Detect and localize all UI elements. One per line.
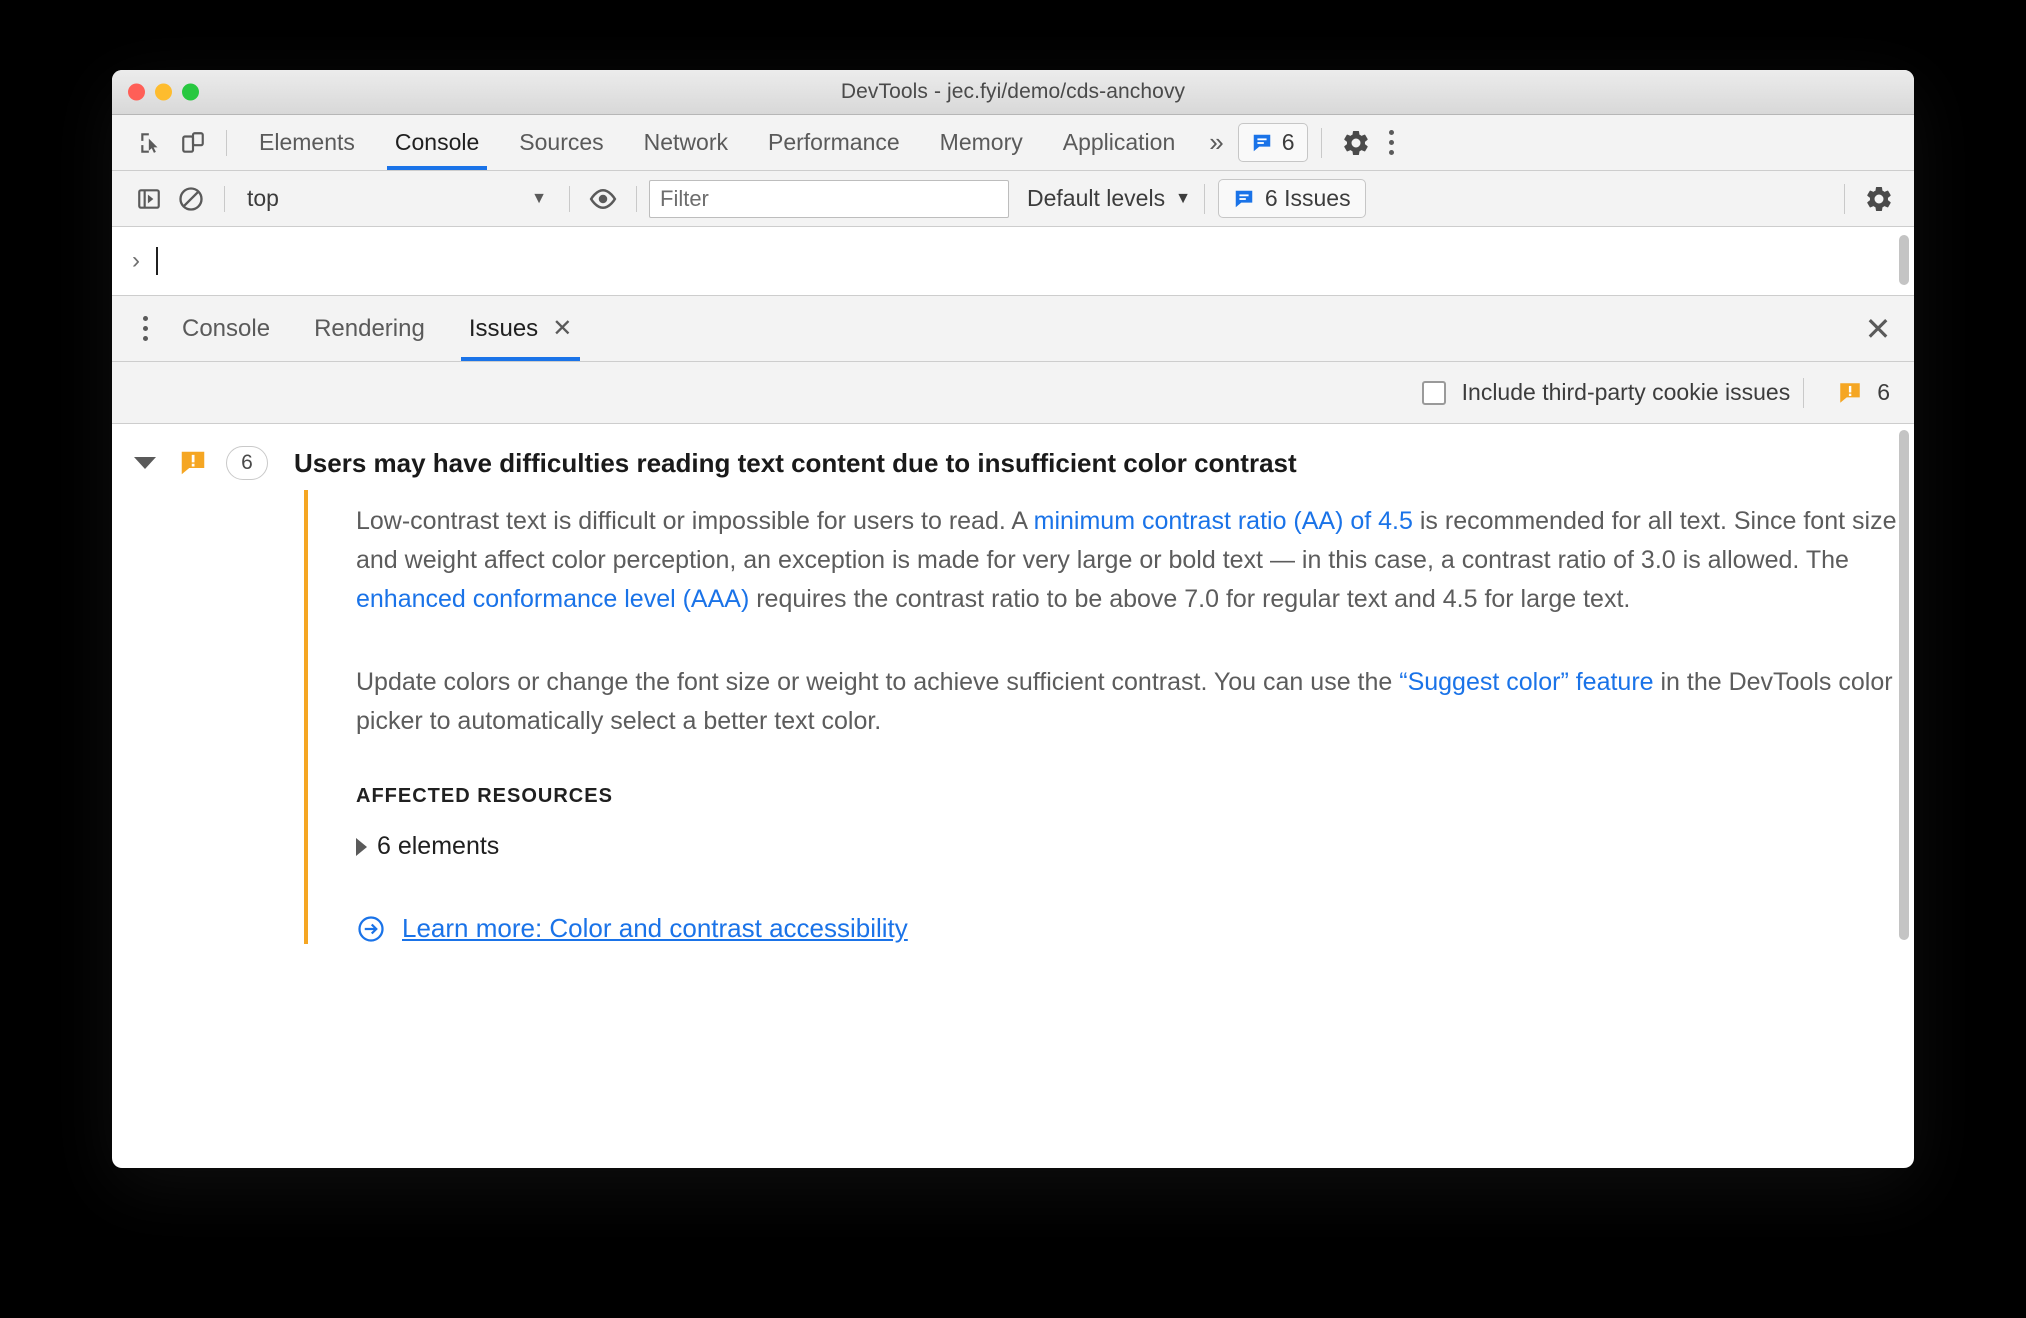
third-party-cookie-checkbox-row[interactable]: Include third-party cookie issues [1421, 379, 1791, 406]
tab-network-label: Network [643, 129, 728, 155]
console-settings-gear-icon[interactable] [1858, 178, 1900, 220]
chevron-down-icon-issue[interactable] [134, 457, 156, 469]
tab-console-label: Console [394, 129, 480, 155]
issues-total-count-group: 6 [1837, 379, 1890, 406]
tab-performance-label: Performance [768, 129, 900, 155]
prompt-text-caret [156, 247, 158, 275]
drawer-tab-console-label: Console [182, 314, 271, 342]
tab-memory-label: Memory [939, 129, 1023, 155]
close-window-button[interactable] [128, 83, 145, 101]
zoom-window-button[interactable] [182, 83, 199, 101]
tab-sources[interactable]: Sources [499, 115, 623, 170]
devtools-window: DevTools - jec.fyi/demo/cds-anchovy Elem… [112, 70, 1914, 1168]
tab-console[interactable]: Console [375, 115, 499, 170]
third-party-cookie-checkbox[interactable] [1421, 380, 1446, 405]
drawer-tab-console[interactable]: Console [160, 296, 292, 361]
affected-resource-item-label: 6 elements [377, 832, 500, 860]
affected-resource-item[interactable]: 6 elements [356, 832, 1914, 861]
issue-header-row[interactable]: 6 Users may have difficulties reading te… [112, 424, 1914, 490]
log-levels-label: Default levels [1027, 185, 1166, 211]
inspect-cursor-icon[interactable] [130, 122, 172, 164]
more-options-icon[interactable] [1377, 125, 1407, 161]
filter-input[interactable] [649, 179, 1009, 218]
issue-paragraph-1: Low-contrast text is difficult or imposs… [356, 502, 1914, 619]
issue-warning-orange-icon [1840, 382, 1860, 403]
issues-body-scrollbar[interactable] [1899, 430, 1909, 940]
link-minimum-contrast-ratio[interactable]: minimum contrast ratio (AA) of 4.5 [1034, 507, 1413, 535]
close-icon-issues-tab[interactable]: ✕ [552, 316, 572, 341]
console-toolbar-divider-5 [1844, 183, 1845, 214]
execution-context-value: top [247, 185, 279, 211]
issue-detail: Low-contrast text is difficult or imposs… [304, 490, 1914, 944]
tab-application-label: Application [1062, 129, 1176, 155]
external-arrow-circle-icon [358, 915, 384, 942]
issues-toolbar-button[interactable]: 6 Issues [1217, 179, 1366, 218]
toolbar-divider-2 [1320, 127, 1322, 158]
log-levels-selector[interactable]: Default levels ▼ [1027, 185, 1191, 212]
issue-warning-orange-icon-header [181, 451, 205, 475]
learn-more-link-label: Learn more: Color and contrast accessibi… [402, 913, 908, 943]
devtools-panel-tabbar: Elements Console Sources Network Perform… [112, 115, 1914, 171]
more-tabs-chevron-icon[interactable]: » [1195, 127, 1237, 158]
panel-tabs: Elements Console Sources Network Perform… [239, 115, 1195, 170]
console-toolbar-divider [224, 185, 225, 212]
issue-title: Users may have difficulties reading text… [294, 447, 1297, 478]
console-filter-toolbar: top ▼ Default levels ▼ [112, 171, 1914, 227]
tab-elements[interactable]: Elements [239, 115, 375, 170]
clear-console-icon[interactable] [170, 178, 212, 220]
console-toolbar-divider-4 [1203, 183, 1205, 214]
drawer-tab-rendering[interactable]: Rendering [292, 296, 447, 361]
issues-filterbar-divider [1803, 377, 1805, 408]
chevron-down-icon: ▼ [531, 189, 547, 207]
issue-paragraph-2: Update colors or change the font size or… [356, 663, 1914, 741]
drawer-tabbar: Console Rendering Issues ✕ ✕ [112, 296, 1914, 362]
tab-performance[interactable]: Performance [748, 115, 920, 170]
affected-resources-heading: AFFECTED RESOURCES [356, 785, 613, 807]
issues-total-count-value: 6 [1877, 379, 1890, 405]
drawer-tab-issues-label: Issues [468, 314, 539, 342]
window-title: DevTools - jec.fyi/demo/cds-anchovy [840, 80, 1186, 103]
console-sidebar-icon[interactable] [128, 178, 170, 220]
console-scrollbar[interactable] [1899, 235, 1909, 285]
tab-sources-label: Sources [519, 129, 604, 155]
console-prompt-row[interactable]: › [112, 227, 1914, 296]
tab-network[interactable]: Network [624, 115, 748, 170]
tab-memory[interactable]: Memory [920, 115, 1043, 170]
learn-more-link[interactable]: Learn more: Color and contrast accessibi… [356, 913, 1914, 944]
issues-blue-icon [1253, 134, 1270, 151]
issues-counter-button[interactable]: 6 [1237, 123, 1308, 162]
link-suggest-color-feature[interactable]: “Suggest color” feature [1399, 668, 1653, 696]
device-toolbar-icon[interactable] [172, 122, 214, 164]
p1-part1: Low-contrast text is difficult or imposs… [356, 507, 1034, 535]
execution-context-selector[interactable]: top ▼ [237, 185, 557, 212]
chevron-right-icon-elements[interactable] [356, 837, 367, 856]
issues-counter-value: 6 [1281, 129, 1295, 155]
p1-part3: requires the contrast ratio to be above … [749, 585, 1631, 613]
issue-count-badge: 6 [226, 446, 268, 480]
gear-icon[interactable] [1335, 122, 1377, 164]
issues-filterbar: Include third-party cookie issues 6 [112, 362, 1914, 424]
console-toolbar-divider-2 [569, 185, 570, 212]
window-titlebar: DevTools - jec.fyi/demo/cds-anchovy [112, 70, 1914, 115]
p2-part1: Update colors or change the font size or… [356, 668, 1400, 696]
link-enhanced-conformance-level[interactable]: enhanced conformance level (AAA) [356, 585, 749, 613]
screen-root: DevTools - jec.fyi/demo/cds-anchovy Elem… [0, 0, 2026, 1318]
tab-application[interactable]: Application [1043, 115, 1196, 170]
minimize-window-button[interactable] [155, 83, 172, 101]
drawer-tab-issues[interactable]: Issues ✕ [447, 296, 594, 361]
drawer-tab-rendering-label: Rendering [314, 314, 425, 342]
console-toolbar-divider-3 [636, 185, 637, 212]
window-traffic-lights [128, 83, 199, 101]
chevron-down-icon-levels: ▼ [1175, 189, 1191, 207]
prompt-arrow-icon: › [132, 247, 140, 274]
drawer-more-options-icon[interactable] [130, 311, 160, 347]
third-party-cookie-checkbox-label: Include third-party cookie issues [1461, 379, 1791, 405]
live-expression-icon[interactable] [582, 178, 624, 220]
issues-toolbar-button-label: 6 Issues [1264, 185, 1351, 211]
tab-elements-label: Elements [259, 129, 355, 155]
issues-blue-icon-2 [1235, 190, 1253, 207]
toolbar-divider [226, 129, 227, 156]
issues-body: 6 Users may have difficulties reading te… [112, 424, 1914, 964]
close-icon-drawer[interactable]: ✕ [1856, 307, 1900, 351]
